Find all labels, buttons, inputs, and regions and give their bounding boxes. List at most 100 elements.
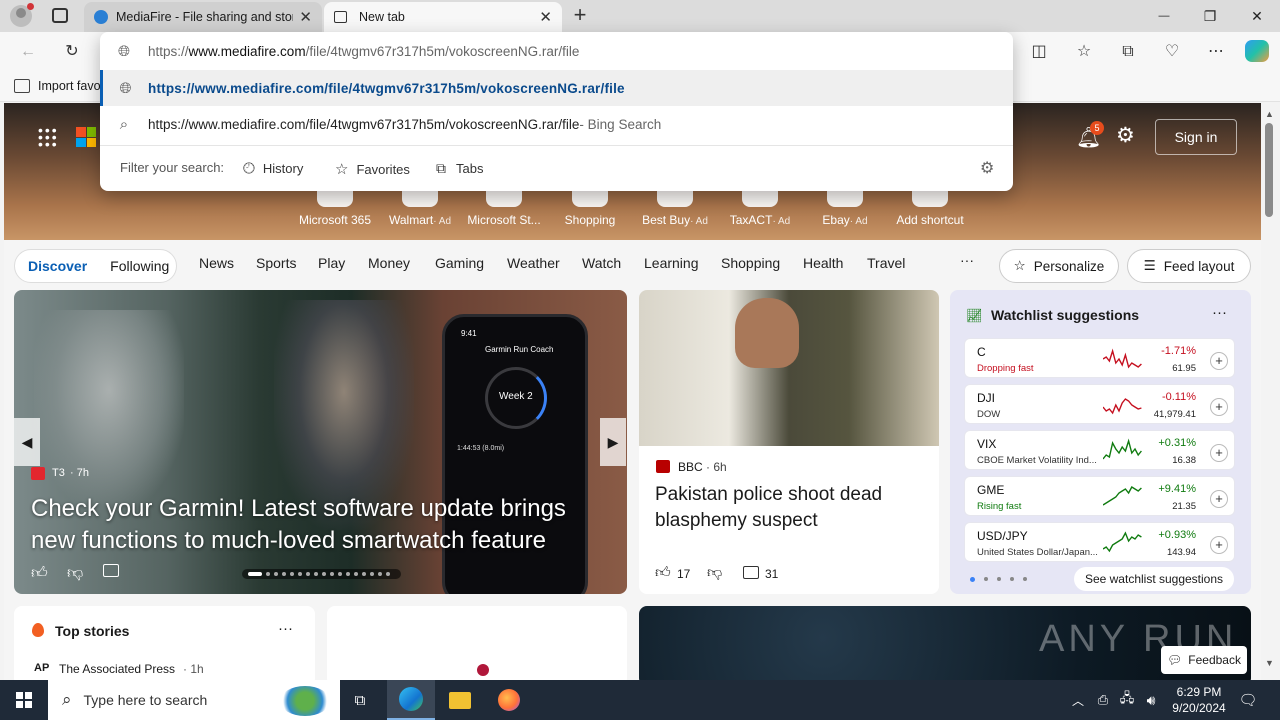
feed-layout-button[interactable]: ☰ Feed layout bbox=[1127, 249, 1251, 283]
carousel-prev-button[interactable]: ◀ bbox=[14, 418, 40, 466]
scrollbar-thumb[interactable] bbox=[1265, 123, 1273, 217]
add-to-watchlist-button[interactable]: + bbox=[1210, 536, 1228, 554]
story-headline[interactable]: Pakistan police shoot dead blasphemy sus… bbox=[655, 482, 925, 534]
tab-mediafire[interactable]: MediaFire - File sharing and stora ✕ bbox=[84, 2, 322, 32]
tab-discover[interactable]: Discover bbox=[28, 258, 87, 274]
add-to-watchlist-button[interactable]: + bbox=[1210, 490, 1228, 508]
favorites-star-icon[interactable]: ☆ bbox=[1072, 40, 1096, 64]
firefox-icon[interactable] bbox=[485, 680, 533, 720]
filter-favorites[interactable]: ☆ Favorites bbox=[335, 160, 410, 178]
nav-travel[interactable]: Travel bbox=[867, 255, 905, 271]
tray-overflow-chevron-icon[interactable]: ︿ bbox=[1068, 680, 1088, 720]
carousel-dots[interactable] bbox=[242, 569, 401, 579]
scroll-down-arrow-icon[interactable]: ▼ bbox=[1265, 658, 1274, 668]
network-icon[interactable]: 🖧︎ bbox=[1116, 680, 1138, 720]
stock-price: 143.94 bbox=[1166, 547, 1196, 558]
stock-row[interactable]: DJI DOW -0.11% 41,979.41 + bbox=[964, 384, 1235, 424]
filter-label: Filter your search: bbox=[120, 160, 225, 175]
stock-row[interactable]: C Dropping fast -1.71% 61.95 + bbox=[964, 338, 1235, 378]
hero-story-card[interactable]: 9:41 Garmin Run Coach Week 2 1:44:53 (8.… bbox=[14, 290, 627, 594]
nav-more-button[interactable]: ··· bbox=[960, 252, 974, 268]
copilot-icon[interactable] bbox=[1245, 40, 1269, 62]
dislike-icon[interactable]: 👎︎ bbox=[67, 564, 83, 583]
stock-symbol: USD/JPY bbox=[977, 529, 1028, 543]
nav-sports[interactable]: Sports bbox=[256, 255, 296, 271]
search-settings-gear-icon[interactable]: ⚙ bbox=[980, 158, 994, 178]
restore-button[interactable]: ❐ bbox=[1187, 4, 1233, 28]
stock-change: +9.41% bbox=[1158, 483, 1196, 495]
notification-center-icon[interactable]: 🗨︎ bbox=[1236, 680, 1260, 720]
nav-shopping[interactable]: Shopping bbox=[721, 255, 780, 271]
nav-learning[interactable]: Learning bbox=[644, 255, 699, 271]
t3-logo-icon bbox=[31, 467, 45, 480]
comment-icon[interactable] bbox=[103, 564, 119, 577]
meet-now-icon[interactable]: ⎙ bbox=[1092, 680, 1114, 720]
edge-taskbar-icon[interactable] bbox=[387, 680, 435, 720]
split-screen-icon[interactable]: ◫ bbox=[1027, 40, 1051, 64]
dislike-icon[interactable]: 👎︎ bbox=[707, 564, 722, 582]
nav-money[interactable]: Money bbox=[368, 255, 410, 271]
task-view-icon[interactable]: ⧉ bbox=[342, 680, 378, 720]
suggestion-url[interactable]: 🌐︎ https://www.mediafire.com/file/4twgmv… bbox=[100, 70, 1013, 106]
like-icon[interactable]: 👍︎ bbox=[31, 564, 48, 583]
stock-row[interactable]: GME Rising fast +9.41% 21.35 + bbox=[964, 476, 1235, 516]
close-window-button[interactable]: ✕ bbox=[1234, 4, 1280, 28]
feedback-button[interactable]: 💬︎ Feedback bbox=[1161, 646, 1247, 674]
taskbar-search-box[interactable]: ⌕ Type here to search bbox=[48, 680, 340, 720]
top-stories-title: Top stories bbox=[55, 623, 130, 639]
bbc-story-card[interactable]: BBC · 6h Pakistan police shoot dead blas… bbox=[639, 290, 939, 594]
close-tab-icon[interactable]: ✕ bbox=[299, 8, 312, 26]
new-tab-button[interactable]: + bbox=[568, 2, 592, 28]
tab-actions-icon[interactable] bbox=[52, 8, 68, 23]
nav-gaming[interactable]: Gaming bbox=[435, 255, 484, 271]
clock[interactable]: 6:29 PM 9/20/2024 bbox=[1166, 680, 1232, 720]
like-icon[interactable]: 👍︎ bbox=[655, 564, 671, 582]
nav-watch[interactable]: Watch bbox=[582, 255, 621, 271]
ad-card[interactable] bbox=[327, 606, 627, 680]
stock-row[interactable]: VIX CBOE Market Volatility Ind... +0.31% 16… bbox=[964, 430, 1235, 470]
space-video-card[interactable]: ANY RUN 💬︎ Feedback bbox=[639, 606, 1251, 680]
sparkline-chart bbox=[1103, 348, 1142, 369]
refresh-icon[interactable]: ↻ bbox=[60, 40, 84, 64]
nav-health[interactable]: Health bbox=[803, 255, 843, 271]
nav-play[interactable]: Play bbox=[318, 255, 345, 271]
import-favorites-link[interactable]: Import favo bbox=[38, 79, 101, 93]
filter-tabs[interactable]: ⧉ Tabs bbox=[436, 160, 483, 177]
nav-weather[interactable]: Weather bbox=[507, 255, 560, 271]
suggestion-bing-search[interactable]: ⌕ https://www.mediafire.com/file/4twgmv6… bbox=[100, 106, 1013, 142]
app-launcher-icon[interactable]: ••• ••• ••• bbox=[38, 123, 58, 151]
carousel-next-button[interactable]: ▶ bbox=[600, 418, 626, 466]
close-tab-icon[interactable]: ✕ bbox=[539, 8, 552, 26]
watchlist-more-button[interactable]: ··· bbox=[1212, 304, 1227, 321]
sign-in-button[interactable]: Sign in bbox=[1155, 119, 1237, 155]
add-to-watchlist-button[interactable]: + bbox=[1210, 444, 1228, 462]
page-settings-gear-icon[interactable]: ⚙ bbox=[1116, 123, 1135, 148]
settings-more-icon[interactable]: ⋯ bbox=[1204, 40, 1228, 64]
ap-logo-icon: AP bbox=[34, 662, 50, 674]
tab-new-tab[interactable]: New tab ✕ bbox=[324, 2, 562, 32]
stock-symbol: DJI bbox=[977, 391, 995, 405]
tab-following[interactable]: Following bbox=[110, 258, 169, 274]
hero-headline[interactable]: Check your Garmin! Latest software updat… bbox=[31, 493, 601, 557]
browser-essentials-icon[interactable]: ♡ bbox=[1160, 40, 1184, 64]
profile-icon[interactable] bbox=[10, 3, 34, 27]
pager-dots[interactable] bbox=[970, 577, 1027, 582]
start-button[interactable] bbox=[0, 680, 48, 720]
scroll-up-arrow-icon[interactable]: ▲ bbox=[1265, 109, 1274, 119]
nav-news[interactable]: News bbox=[199, 255, 234, 271]
file-explorer-icon[interactable] bbox=[436, 680, 484, 720]
add-to-watchlist-button[interactable]: + bbox=[1210, 398, 1228, 416]
volume-icon[interactable]: 🔊︎ bbox=[1140, 680, 1162, 720]
back-icon[interactable]: ← bbox=[16, 40, 40, 64]
address-input[interactable]: 🌐︎ https://www.mediafire.com/file/4twgmv… bbox=[100, 33, 1013, 69]
collections-icon[interactable]: ⧉ bbox=[1116, 40, 1140, 64]
personalize-button[interactable]: ☆ Personalize bbox=[999, 249, 1119, 283]
see-watchlist-button[interactable]: See watchlist suggestions bbox=[1074, 567, 1234, 591]
add-to-watchlist-button[interactable]: + bbox=[1210, 352, 1228, 370]
stock-row[interactable]: USD/JPY United States Dollar/Japan... +0.9… bbox=[964, 522, 1235, 562]
minimize-button[interactable]: — bbox=[1141, 4, 1187, 28]
comment-icon[interactable] bbox=[743, 566, 759, 579]
page-scrollbar[interactable]: ▲ ▼ bbox=[1262, 103, 1276, 680]
filter-history[interactable]: 🕘︎ History bbox=[243, 160, 303, 177]
top-stories-more-button[interactable]: ··· bbox=[278, 620, 293, 637]
